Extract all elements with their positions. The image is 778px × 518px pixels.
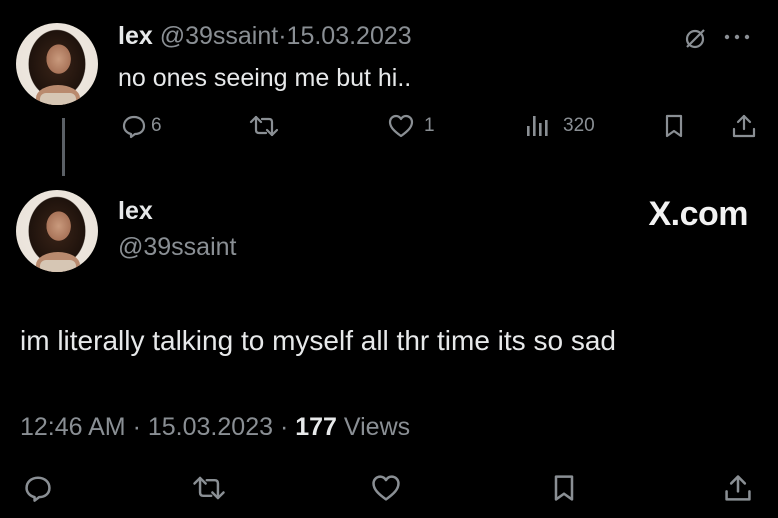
x-com-watermark: X.com <box>648 195 748 233</box>
handle[interactable]: @39ssaint <box>118 231 237 263</box>
reply-count: 6 <box>151 115 162 136</box>
display-name[interactable]: lex <box>118 22 153 50</box>
views-count: 320 <box>563 115 595 136</box>
retweet-icon[interactable] <box>190 472 228 504</box>
share-icon[interactable] <box>722 472 754 504</box>
avatar[interactable] <box>16 190 98 272</box>
separator: · <box>132 413 141 441</box>
like-icon[interactable] <box>386 112 416 140</box>
bookmark-icon[interactable] <box>550 472 578 504</box>
avatar[interactable] <box>16 23 98 105</box>
reply-icon[interactable] <box>120 112 148 140</box>
views-label: Views <box>343 413 411 441</box>
views-icon[interactable] <box>524 112 554 140</box>
separator: · <box>279 413 289 441</box>
tweet-text: im literally talking to myself all thr t… <box>20 325 616 356</box>
tweet-date[interactable]: 15.03.2023 <box>287 22 412 50</box>
separator: · <box>278 22 287 50</box>
tweet-time[interactable]: 12:46 AM <box>20 413 126 441</box>
retweet-icon[interactable] <box>247 112 281 140</box>
share-icon[interactable] <box>730 112 758 140</box>
bookmark-icon[interactable] <box>662 112 686 140</box>
handle[interactable]: @39ssaint <box>160 22 279 50</box>
edit-slash-icon <box>682 26 708 52</box>
like-icon[interactable] <box>369 472 403 504</box>
like-count: 1 <box>424 115 435 136</box>
views-count: 177 <box>295 413 337 441</box>
tweet-text: no ones seeing me but hi.. <box>118 64 412 92</box>
tweet-header: lex @39ssaint·15.03.2023 <box>118 20 412 52</box>
thread-line <box>62 118 65 176</box>
display-name[interactable]: lex <box>118 195 153 227</box>
tweet-date[interactable]: 15.03.2023 <box>148 413 273 441</box>
tweet-meta: 12:46 AM · 15.03.2023 · 177 Views <box>20 411 410 443</box>
reply-icon[interactable] <box>22 472 54 504</box>
more-icon[interactable] <box>722 30 752 44</box>
